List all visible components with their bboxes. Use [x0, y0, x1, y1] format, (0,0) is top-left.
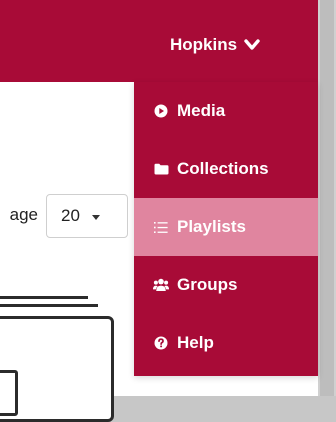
- top-navbar: [0, 0, 318, 82]
- per-page-label: age: [9, 205, 38, 224]
- per-page-select[interactable]: 20: [46, 194, 128, 238]
- menu-item-label: Collections: [177, 159, 269, 178]
- menu-item-media[interactable]: Media: [134, 82, 318, 140]
- document-inner-icon: [0, 370, 18, 416]
- scrollbar[interactable]: [320, 0, 334, 396]
- user-dropdown-menu: Media Collections Playlists Groups Help: [134, 82, 318, 376]
- user-name: Hopkins: [170, 35, 238, 54]
- play-circle-icon: [153, 103, 169, 119]
- caret-down-icon: [91, 214, 100, 220]
- menu-item-label: Help: [177, 333, 214, 352]
- menu-item-label: Groups: [177, 275, 238, 294]
- user-menu-toggle[interactable]: Hopkins: [170, 35, 260, 55]
- menu-item-playlists[interactable]: Playlists: [134, 198, 318, 256]
- menu-item-label: Playlists: [177, 217, 246, 236]
- question-circle-icon: [153, 335, 169, 351]
- stack-line-middle: [0, 304, 98, 307]
- chevron-down-icon: [244, 39, 260, 51]
- menu-item-groups[interactable]: Groups: [134, 256, 318, 314]
- menu-item-label: Media: [177, 101, 226, 120]
- menu-item-collections[interactable]: Collections: [134, 140, 318, 198]
- folder-icon: [153, 161, 169, 177]
- per-page-value: 20: [61, 206, 80, 225]
- menu-item-help[interactable]: Help: [134, 314, 318, 372]
- users-icon: [153, 277, 169, 293]
- list-icon: [153, 219, 169, 235]
- stack-line-top: [0, 296, 88, 299]
